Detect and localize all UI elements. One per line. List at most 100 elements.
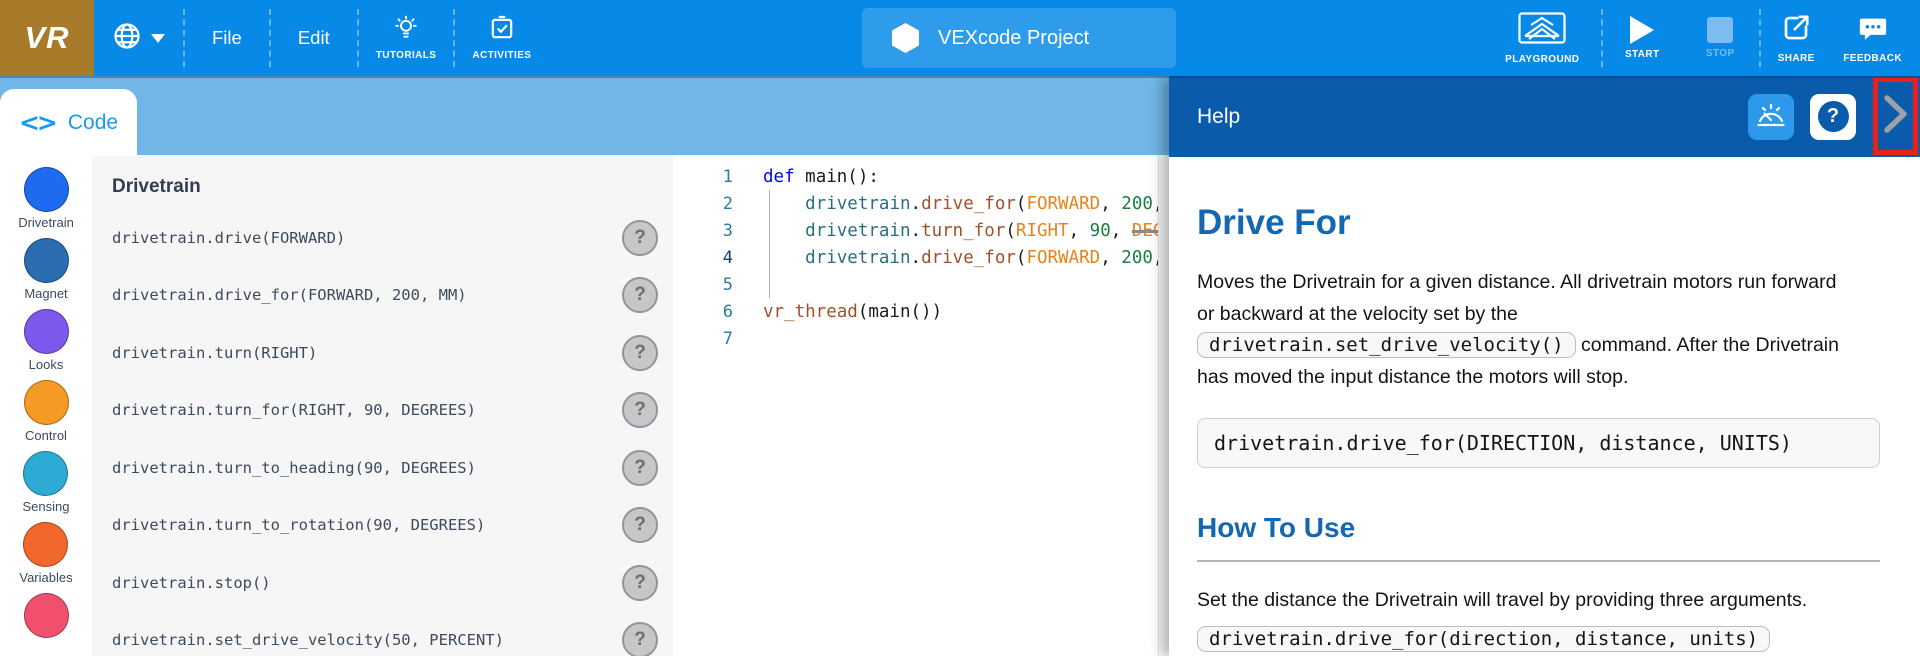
hexagon-icon: [892, 23, 919, 53]
command-row: drivetrain.drive(FORWARD) ?: [112, 209, 658, 267]
collapse-help-button[interactable]: [1873, 77, 1918, 155]
command-turn[interactable]: drivetrain.turn(RIGHT): [112, 344, 317, 362]
chevron-down-icon: [151, 34, 165, 43]
help-article: Drive For Moves the Drivetrain for a giv…: [1169, 157, 1920, 652]
command-row: drivetrain.stop() ?: [112, 554, 658, 612]
editor-line: 5: [673, 271, 1158, 298]
playground-label: PLAYGROUND: [1505, 54, 1579, 65]
line-number: 1: [673, 167, 733, 187]
line-number-current: 4: [673, 248, 733, 268]
editor-line: 2 drivetrain.drive_for(FORWARD, 200, MM): [673, 190, 1158, 217]
stop-label: STOP: [1706, 48, 1735, 59]
command-row: drivetrain.set_drive_velocity(50, PERCEN…: [112, 612, 658, 656]
help-article-title: Drive For: [1197, 203, 1880, 243]
command-palette: Drivetrain drivetrain.drive(FORWARD) ? d…: [92, 155, 673, 656]
command-row: drivetrain.turn(RIGHT) ?: [112, 324, 658, 382]
command-row: drivetrain.turn_to_rotation(90, DEGREES)…: [112, 497, 658, 555]
sidebar-item-variables[interactable]: Variables: [19, 522, 72, 585]
drivetrain-category-icon: [24, 167, 69, 212]
how-to-use-heading: How To Use: [1197, 512, 1880, 544]
line-number: 6: [673, 302, 733, 322]
line-number: 7: [673, 329, 733, 349]
playground-button[interactable]: PLAYGROUND: [1483, 0, 1601, 76]
inline-code-chip: drivetrain.drive_for(direction, distance…: [1197, 626, 1770, 652]
project-name-button[interactable]: VEXcode Project: [862, 8, 1176, 68]
code-editor[interactable]: 1 def main(): 2 drivetrain.drive_for(FOR…: [673, 155, 1158, 656]
sensing-category-icon: [23, 451, 68, 496]
stop-button: STOP: [1681, 0, 1759, 76]
start-button[interactable]: START: [1603, 0, 1681, 76]
gauge-icon: [1755, 100, 1787, 133]
file-menu[interactable]: File: [185, 0, 269, 76]
command-help-button[interactable]: ?: [622, 622, 658, 656]
command-help-button[interactable]: ?: [622, 392, 658, 428]
command-help-button[interactable]: ?: [622, 565, 658, 601]
pink-category-icon: [24, 593, 69, 638]
question-icon: ?: [1818, 101, 1849, 132]
share-icon: [1781, 13, 1811, 48]
share-label: SHARE: [1778, 53, 1815, 64]
code-tab-label: Code: [68, 111, 118, 135]
editor-line: 6 vr_thread(main()): [673, 298, 1158, 325]
start-label: START: [1625, 49, 1660, 60]
workspace: <> Code Drivetrain Magnet Looks Control: [0, 76, 1920, 656]
magnet-category-icon: [24, 238, 69, 283]
share-button[interactable]: SHARE: [1761, 0, 1831, 76]
help-panel-title: Help: [1197, 105, 1240, 129]
command-turn-for[interactable]: drivetrain.turn_for(RIGHT, 90, DEGREES): [112, 401, 476, 419]
sidebar-item-looks[interactable]: Looks: [24, 309, 69, 372]
command-help-button[interactable]: ?: [622, 220, 658, 256]
checkbox-icon: [489, 15, 515, 46]
edit-menu[interactable]: Edit: [271, 0, 357, 76]
help-panel-header: Help ?: [1169, 76, 1920, 157]
feedback-button[interactable]: FEEDBACK: [1831, 0, 1914, 76]
command-set-drive-velocity[interactable]: drivetrain.set_drive_velocity(50, PERCEN…: [112, 631, 504, 649]
chevron-right-icon: [1884, 95, 1908, 138]
project-title: VEXcode Project: [938, 27, 1089, 50]
globe-icon: [112, 21, 142, 56]
section-divider: [1197, 560, 1880, 562]
editor-line: 3 drivetrain.turn_for(RIGHT, 90, DEGREES…: [673, 217, 1158, 244]
editor-line: 1 def main():: [673, 163, 1158, 190]
control-category-icon: [24, 380, 69, 425]
language-menu[interactable]: [94, 0, 183, 76]
sidebar-item-magnet[interactable]: Magnet: [24, 238, 69, 301]
command-turn-to-rotation[interactable]: drivetrain.turn_to_rotation(90, DEGREES): [112, 516, 485, 534]
indent-guide: [769, 190, 770, 298]
command-row: drivetrain.turn_to_heading(90, DEGREES) …: [112, 439, 658, 497]
command-help-button[interactable]: ?: [622, 507, 658, 543]
editor-scrollbar[interactable]: [1158, 155, 1169, 656]
category-sidebar: Drivetrain Magnet Looks Control Sensing …: [0, 155, 92, 656]
command-help-button[interactable]: ?: [622, 277, 658, 313]
sidebar-item-control[interactable]: Control: [24, 380, 69, 443]
tab-code[interactable]: <> Code: [0, 89, 137, 156]
dashboard-button[interactable]: [1748, 94, 1794, 140]
activities-button[interactable]: ACTIVITIES: [455, 0, 548, 76]
command-drive-for[interactable]: drivetrain.drive_for(FORWARD, 200, MM): [112, 286, 467, 304]
sidebar-item-events[interactable]: [24, 593, 69, 641]
command-row: drivetrain.turn_for(RIGHT, 90, DEGREES) …: [112, 382, 658, 440]
help-info-button[interactable]: ?: [1810, 94, 1856, 140]
tutorials-button[interactable]: TUTORIALS: [359, 0, 454, 76]
command-row: drivetrain.drive_for(FORWARD, 200, MM) ?: [112, 267, 658, 325]
syntax-code-block: drivetrain.drive_for(DIRECTION, distance…: [1197, 418, 1880, 468]
activities-label: ACTIVITIES: [472, 50, 531, 61]
line-number: 3: [673, 221, 733, 241]
feedback-label: FEEDBACK: [1843, 53, 1902, 64]
command-drive[interactable]: drivetrain.drive(FORWARD): [112, 229, 345, 247]
command-turn-to-heading[interactable]: drivetrain.turn_to_heading(90, DEGREES): [112, 459, 476, 477]
line-number: 5: [673, 275, 733, 295]
editor-line: 7: [673, 325, 1158, 352]
command-help-button[interactable]: ?: [622, 450, 658, 486]
command-help-button[interactable]: ?: [622, 335, 658, 371]
command-stop[interactable]: drivetrain.stop(): [112, 574, 271, 592]
sidebar-item-drivetrain[interactable]: Drivetrain: [18, 167, 74, 230]
command-group-header: Drivetrain: [112, 176, 658, 198]
inline-code-chip: drivetrain.set_drive_velocity(): [1197, 332, 1576, 358]
playground-icon: [1518, 12, 1566, 49]
looks-category-icon: [24, 309, 69, 354]
play-icon: [1630, 16, 1654, 44]
run-controls: PLAYGROUND START STOP SHARE: [1483, 0, 1914, 76]
coding-area: Drivetrain Magnet Looks Control Sensing …: [0, 155, 1169, 656]
sidebar-item-sensing[interactable]: Sensing: [23, 451, 70, 514]
